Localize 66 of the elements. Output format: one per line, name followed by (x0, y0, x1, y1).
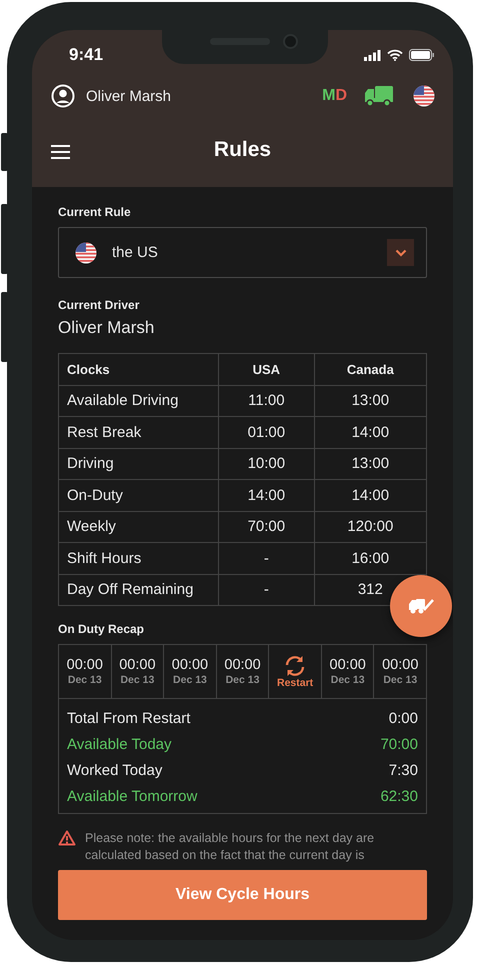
section-label: On Duty Recap (58, 622, 146, 636)
chevron-icon (394, 248, 406, 256)
column-header: Canada (314, 354, 426, 385)
section-label: Current Rule (58, 205, 132, 219)
note-text: Please note: the available hours for the next day are calculated based on the fact that the current day is (85, 830, 376, 864)
table-cell: 14:00 (314, 480, 426, 511)
day-date: Dec 13 (226, 674, 260, 686)
day-time: 00:00 (330, 657, 366, 673)
column-header: Clocks (58, 354, 218, 385)
table-cell: 14:00 (314, 416, 426, 448)
restart-label: Restart (277, 676, 314, 688)
total-label: Available Today (67, 736, 172, 752)
total-label: Total From Restart (67, 710, 190, 726)
total-value: 70:00 (380, 736, 418, 752)
table-cell: - (218, 574, 314, 606)
day-date: Dec 13 (68, 674, 102, 686)
flag-icon (413, 85, 435, 107)
day-date: Dec 13 (383, 674, 418, 686)
table-cell: - (218, 542, 314, 574)
camera-lens (283, 34, 298, 49)
section-label: Current Driver (58, 298, 140, 312)
warning-icon (58, 830, 76, 846)
day-date: Dec 13 (330, 674, 365, 686)
duty-status-text: MD (322, 87, 347, 105)
table-cell: 13:00 (314, 385, 426, 416)
table-cell: Rest Break (58, 416, 218, 448)
day-time: 00:00 (224, 657, 261, 673)
status-time: 9:41 (69, 45, 104, 65)
truck-icon[interactable] (364, 85, 394, 107)
flag-icon (75, 242, 97, 264)
total-value: 7:30 (388, 762, 418, 778)
day-time: 00:00 (172, 657, 208, 673)
total-value: 0:00 (388, 710, 418, 726)
table-cell: Weekly (58, 511, 218, 542)
battery-icon (409, 49, 435, 61)
total-label: Available Tomorrow (67, 788, 198, 804)
driver-name: Oliver Marsh (58, 318, 156, 338)
total-label: Worked Today (67, 762, 162, 778)
table-cell: 10:00 (218, 448, 314, 480)
table-cell: 01:00 (218, 416, 314, 448)
wifi-icon (387, 49, 403, 61)
page-title: Rules (214, 138, 272, 162)
truck-edit-icon (407, 596, 435, 616)
table-cell: Shift Hours (58, 542, 218, 574)
avatar-icon[interactable] (51, 84, 75, 108)
rule-dropdown[interactable]: the US (58, 227, 427, 278)
column-header: USA (218, 354, 314, 385)
table-cell: On-Duty (58, 480, 218, 511)
total-value: 62:30 (380, 788, 418, 804)
table-cell: 14:00 (218, 480, 314, 511)
table-cell: 11:00 (218, 385, 314, 416)
day-time: 00:00 (382, 657, 418, 673)
table-cell: 13:00 (314, 448, 426, 480)
day-time: 00:00 (66, 657, 103, 673)
table-cell: 16:00 (314, 542, 426, 574)
table-cell: Day Off Remaining (58, 574, 218, 606)
menu-icon[interactable] (51, 145, 70, 159)
table-cell: 70:00 (218, 511, 314, 542)
signal-icon (364, 50, 381, 60)
table-cell: Driving (58, 448, 218, 480)
day-date: Dec 13 (120, 674, 154, 686)
table-cell: Available Driving (58, 385, 218, 416)
user-name: Oliver Marsh (86, 88, 172, 104)
day-time: 00:00 (119, 657, 156, 673)
day-date: Dec 13 (173, 674, 207, 686)
table-cell: 120:00 (314, 511, 426, 542)
